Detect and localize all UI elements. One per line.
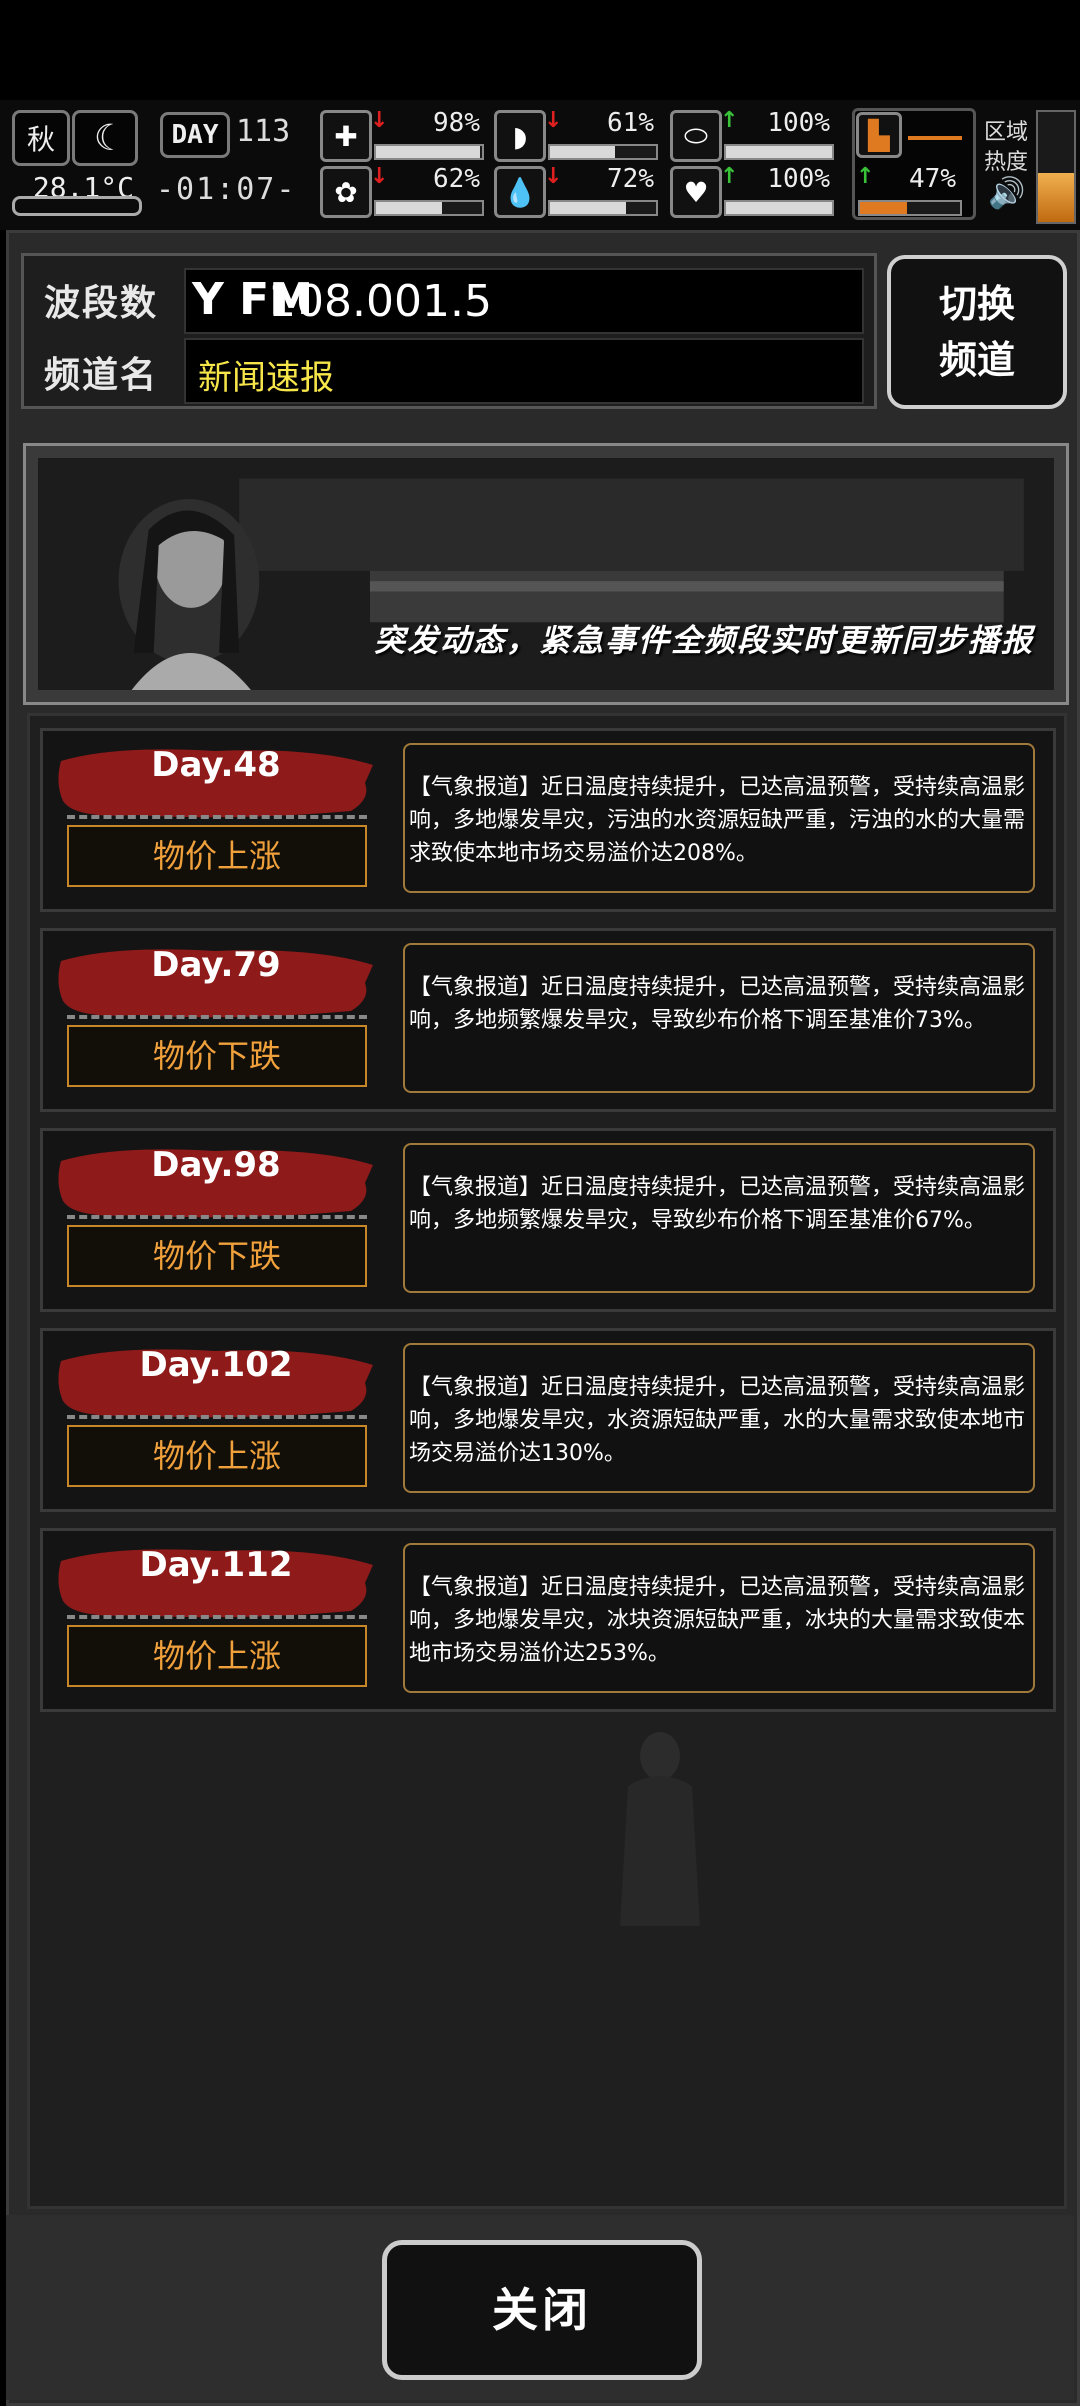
- stat-mind[interactable]: ✿ ↓ 62%: [320, 164, 484, 218]
- switch-channel-label: 切换频道: [938, 282, 1015, 382]
- status-bar: [0, 0, 1080, 100]
- brain-icon: ✿: [320, 166, 372, 218]
- stat-percent: 72%: [607, 164, 654, 194]
- game-clock: -01:07-: [156, 172, 297, 207]
- trend-down-arrow: ↓: [370, 108, 389, 133]
- frequency-value: 108.001.5: [268, 276, 492, 327]
- stat-bar: [724, 144, 834, 160]
- dashed-divider: [67, 1615, 367, 1619]
- close-button[interactable]: 关闭: [382, 2240, 702, 2380]
- stat-stamina-top: ▙: [856, 110, 966, 162]
- news-banner: 突发动态，紧急事件全频段实时更新同步播报: [23, 443, 1069, 705]
- trend-down-arrow: ↓: [370, 164, 389, 189]
- price-tag: 物价上涨: [67, 825, 367, 887]
- day-label: DAY: [160, 112, 230, 158]
- stat-bar: [548, 144, 658, 160]
- stat-thirst[interactable]: 💧 ↓ 72%: [494, 164, 658, 218]
- dashed-divider: [67, 1215, 367, 1219]
- stat-bar: [858, 200, 962, 216]
- radio-panel: 波段数 Y FM 108.001.5 频道名 新闻速报 切换频道 突发动态，紧急…: [6, 230, 1080, 2406]
- trend-down-arrow: ↓: [544, 108, 563, 133]
- stat-bar: [724, 200, 834, 216]
- dashed-divider: [67, 815, 367, 819]
- stat-percent: 61%: [607, 108, 654, 138]
- news-text: 【气象报道】近日温度持续提升，已达高温预警，受持续高温影响，多地爆发旱灾，水资源…: [403, 1343, 1035, 1493]
- frequency-field: Y FM 108.001.5: [184, 268, 864, 334]
- banner-image: 突发动态，紧急事件全频段实时更新同步播报: [38, 458, 1054, 690]
- background-figure: [620, 1732, 700, 1926]
- news-card[interactable]: Day.79 物价下跌 【气象报道】近日温度持续提升，已达高温预警，受持续高温影…: [40, 928, 1056, 1112]
- news-card[interactable]: Day.102 物价上涨 【气象报道】近日温度持续提升，已达高温预警，受持续高温…: [40, 1328, 1056, 1512]
- stat-percent: 62%: [433, 164, 480, 194]
- stat-stamina: ↑ 47%: [856, 164, 966, 216]
- boot-bar: [908, 136, 962, 140]
- lung-icon: ⬭: [670, 110, 722, 162]
- region-heat-meter: [1036, 110, 1076, 224]
- news-card[interactable]: Day.112 物价上涨 【气象报道】近日温度持续提升，已达高温预警，受持续高温…: [40, 1528, 1056, 1712]
- news-text: 【气象报道】近日温度持续提升，已达高温预警，受持续高温影响，多地频繁爆发旱灾，导…: [403, 1143, 1035, 1293]
- news-text: 【气象报道】近日温度持续提升，已达高温预警，受持续高温影响，多地频繁爆发旱灾，导…: [403, 943, 1035, 1093]
- season-indicator: 秋: [12, 110, 70, 166]
- news-day: Day.98: [151, 1145, 281, 1185]
- speaker-icon[interactable]: 🔊: [988, 176, 1025, 211]
- channel-field: 新闻速报: [184, 338, 864, 404]
- stat-percent: 100%: [767, 108, 830, 138]
- news-day: Day.112: [139, 1545, 293, 1585]
- water-drop-icon: 💧: [494, 166, 546, 218]
- stat-hunger[interactable]: ◗ ↓ 61%: [494, 108, 658, 162]
- stat-percent: 100%: [767, 164, 830, 194]
- news-day: Day.48: [151, 745, 281, 785]
- switch-channel-button[interactable]: 切换频道: [887, 255, 1067, 409]
- news-card[interactable]: Day.98 物价下跌 【气象报道】近日温度持续提升，已达高温预警，受持续高温影…: [40, 1128, 1056, 1312]
- trend-up-arrow: ↑: [720, 164, 739, 189]
- stat-bar: [374, 200, 484, 216]
- day-counter: 113: [236, 114, 291, 149]
- dashed-divider: [67, 1015, 367, 1019]
- news-card[interactable]: Day.48 物价上涨 【气象报道】近日温度持续提升，已达高温预警，受持续高温影…: [40, 728, 1056, 912]
- dashed-divider: [67, 1415, 367, 1419]
- trend-down-arrow: ↓: [544, 164, 563, 189]
- price-tag: 物价上涨: [67, 1425, 367, 1487]
- stomach-icon: ◗: [494, 110, 546, 162]
- moon-icon: ☾: [72, 110, 138, 166]
- news-day: Day.102: [139, 1345, 293, 1385]
- news-list[interactable]: Day.48 物价上涨 【气象报道】近日温度持续提升，已达高温预警，受持续高温影…: [27, 713, 1067, 2209]
- stat-bar: [548, 200, 658, 216]
- news-day: Day.79: [151, 945, 281, 985]
- stat-bar: [374, 144, 484, 160]
- medkit-icon: ✚: [320, 110, 372, 162]
- stat-mood[interactable]: ♥ ↑ 100%: [670, 164, 834, 218]
- news-text: 【气象报道】近日温度持续提升，已达高温预警，受持续高温影响，多地爆发旱灾，冰块资…: [403, 1543, 1035, 1693]
- stat-percent: 47%: [909, 164, 956, 194]
- boot-icon: ▙: [856, 112, 902, 158]
- trend-up-arrow: ↑: [720, 108, 739, 133]
- price-tag: 物价下跌: [67, 1025, 367, 1087]
- frequency-label: 波段数: [44, 283, 159, 324]
- stat-percent: 98%: [433, 108, 480, 138]
- news-text: 【气象报道】近日温度持续提升，已达高温预警，受持续高温影响，多地爆发旱灾，污浊的…: [403, 743, 1035, 893]
- price-tag: 物价上涨: [67, 1625, 367, 1687]
- channel-label: 频道名: [44, 355, 159, 396]
- stat-lungs[interactable]: ⬭ ↑ 100%: [670, 108, 834, 162]
- thermometer-icon: [12, 196, 142, 216]
- banner-caption: 突发动态，紧急事件全频段实时更新同步播报: [374, 623, 1034, 659]
- heart-icon: ♥: [670, 166, 722, 218]
- radio-info-box: 波段数 Y FM 108.001.5 频道名 新闻速报: [21, 253, 877, 409]
- price-tag: 物价下跌: [67, 1225, 367, 1287]
- hud-bar: 秋 ☾ 28.1°C DAY 113 -01:07- ✚ ↓ 98% ◗ ↓ 6…: [0, 100, 1080, 230]
- channel-name: 新闻速报: [198, 358, 334, 398]
- region-heat-label: 区域热度: [984, 120, 1029, 175]
- stat-health[interactable]: ✚ ↓ 98%: [320, 108, 484, 162]
